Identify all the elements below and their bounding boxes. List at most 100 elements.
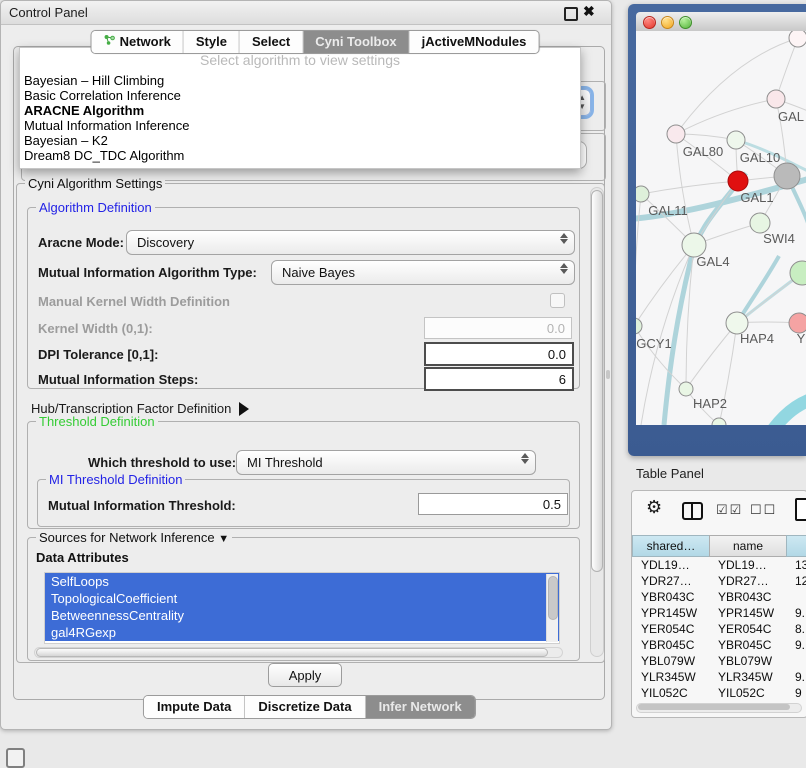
attribute-item[interactable]: BetweennessCentrality [45,607,559,624]
table-row[interactable]: YDR27…YDR27…12 [634,573,806,589]
float-window-icon[interactable] [564,7,578,21]
attributes-vscrollbar-thumb[interactable] [548,576,558,620]
table-cell [788,589,806,605]
panel-divider-handle[interactable] [606,370,610,379]
table-row[interactable]: YLR345WYLR345W9. [634,669,806,685]
which-threshold-select[interactable]: MI Threshold [236,450,536,475]
table-row[interactable]: YIL052CYIL052C9 [634,685,806,701]
table-row[interactable]: YBR045CYBR045C9. [634,637,806,653]
table-cell: YBR043C [634,589,711,605]
hide-columns-icon[interactable]: ☐☐ [750,502,777,518]
network-node-gal80[interactable] [667,125,685,143]
kernel-width-field: 0.0 [424,317,572,339]
attribute-item[interactable]: SelfLoops [45,573,559,590]
which-threshold-value: MI Threshold [247,455,323,470]
table-cell: YBR045C [634,637,711,653]
zoom-traffic-light-icon[interactable] [679,16,692,29]
mi-threshold-field[interactable]: 0.5 [418,493,568,515]
table-row[interactable]: YER054CYER054C8. [634,621,806,637]
aracne-mode-select[interactable]: Discovery [126,230,575,255]
settings-scrollbar-thumb[interactable] [591,190,603,572]
table-hscrollbar[interactable] [636,703,802,713]
network-node[interactable] [774,163,800,189]
attributes-hscrollbar-thumb[interactable] [36,648,548,657]
manual-kernel-checkbox[interactable] [550,293,565,308]
network-node-y[interactable] [789,313,806,333]
algorithm-option[interactable]: Mutual Information Inference [20,118,580,133]
network-view-window[interactable]: GALGAL80GAL10GAL1GAL11SWI4GAL4GCY1HAP4YH… [628,4,806,456]
table-cell: YBL079W [634,653,711,669]
bottom-tab-discretize-data[interactable]: Discretize Data [245,696,365,718]
gear-icon[interactable]: ⚙ [646,497,662,518]
node-label: GAL80 [683,144,723,159]
tab-cyni-toolbox[interactable]: Cyni Toolbox [303,31,409,53]
mi-threshold-value: 0.5 [543,497,561,512]
control-panel-tabbar: Network StyleSelectCyni ToolboxjActiveMNo… [91,30,540,54]
column-header-name[interactable]: name [709,535,786,557]
table-cell: YBL079W [711,653,788,669]
apply-button[interactable]: Apply [268,663,342,687]
tab-label: Network [120,34,171,49]
minimize-traffic-light-icon[interactable] [661,16,674,29]
algorithm-option[interactable]: Bayesian – Hill Climbing [20,73,580,88]
algorithm-option[interactable]: Dream8 DC_TDC Algorithm [20,148,580,163]
split-columns-icon[interactable] [682,502,703,520]
tab-style[interactable]: Style [184,31,240,53]
sources-title-text: Sources for Network Inference [39,530,215,545]
network-node-swi4[interactable] [750,213,770,233]
attribute-item[interactable]: gal4RGexp [45,624,559,641]
bottom-tab-infer-network[interactable]: Infer Network [366,696,475,718]
algorithm-option[interactable]: Basic Correlation Inference [20,88,580,103]
dock-panel-icon[interactable] [6,748,25,768]
network-window-titlebar[interactable] [636,12,806,32]
table-header-row: shared…name [632,535,806,557]
column-header[interactable] [786,535,806,557]
network-graph: GALGAL80GAL10GAL1GAL11SWI4GAL4GCY1HAP4YH… [636,31,806,425]
tab-jactivemnodules[interactable]: jActiveMNodules [410,31,539,53]
mi-threshold-label: Mutual Information Threshold: [48,498,236,513]
network-node-gal10[interactable] [727,131,745,149]
attributes-hscrollbar[interactable] [34,647,563,658]
dpi-tolerance-field[interactable]: 0.0 [424,342,574,366]
table-cell: YLR345W [634,669,711,685]
mi-steps-field[interactable]: 6 [424,367,574,391]
network-node-gal1[interactable] [728,171,748,191]
table-panel: ⚙ ☑☑ ☐☐ shared…name YDL19…YDL19…13YDR27…… [631,490,806,718]
node-label: HAP2 [693,396,727,411]
control-panel-titlebar[interactable]: Control Panel ✖ [1,1,611,25]
sources-group-title[interactable]: Sources for Network Inference ▼ [36,530,232,545]
page-icon[interactable] [795,498,806,521]
network-canvas[interactable]: GALGAL80GAL10GAL1GAL11SWI4GAL4GCY1HAP4YH… [636,31,806,425]
network-node-gal[interactable] [767,90,785,108]
table-row[interactable]: YPR145WYPR145W9. [634,605,806,621]
close-traffic-light-icon[interactable] [643,16,656,29]
network-node-gcy1[interactable] [636,318,642,334]
table-cell: YBR043C [711,589,788,605]
network-node-hap2[interactable] [679,382,693,396]
column-header-shared[interactable]: shared… [632,535,709,557]
settings-scrollbar[interactable] [590,187,604,657]
table-row[interactable]: YDL19…YDL19…13 [634,557,806,573]
network-icon [104,34,116,49]
attributes-vscrollbar[interactable] [546,574,558,642]
network-node-gal11[interactable] [636,186,649,202]
attribute-item[interactable]: TopologicalCoefficient [45,590,559,607]
algorithm-option[interactable]: Bayesian – K2 [20,133,580,148]
tab-select[interactable]: Select [240,31,303,53]
bottom-tab-impute-data[interactable]: Impute Data [144,696,245,718]
table-hscrollbar-thumb[interactable] [638,704,790,710]
algorithm-option[interactable]: ARACNE Algorithm [20,103,580,118]
table-cell: 9. [788,669,806,685]
table-row[interactable]: YBR043CYBR043C [634,589,806,605]
network-node[interactable] [789,31,806,47]
data-attributes-list[interactable]: SelfLoopsTopologicalCoefficientBetweenne… [44,572,560,644]
close-icon[interactable]: ✖ [583,3,595,20]
tab-network[interactable]: Network [92,31,184,53]
collapse-arrow-icon: ▼ [218,533,229,545]
table-row[interactable]: YBL079WYBL079W [634,653,806,669]
node-label: Y [797,331,806,346]
network-node[interactable] [712,418,726,425]
table-cell: YER054C [634,621,711,637]
show-columns-icon[interactable]: ☑☑ [716,502,743,518]
mi-type-select[interactable]: Naive Bayes [271,260,575,285]
